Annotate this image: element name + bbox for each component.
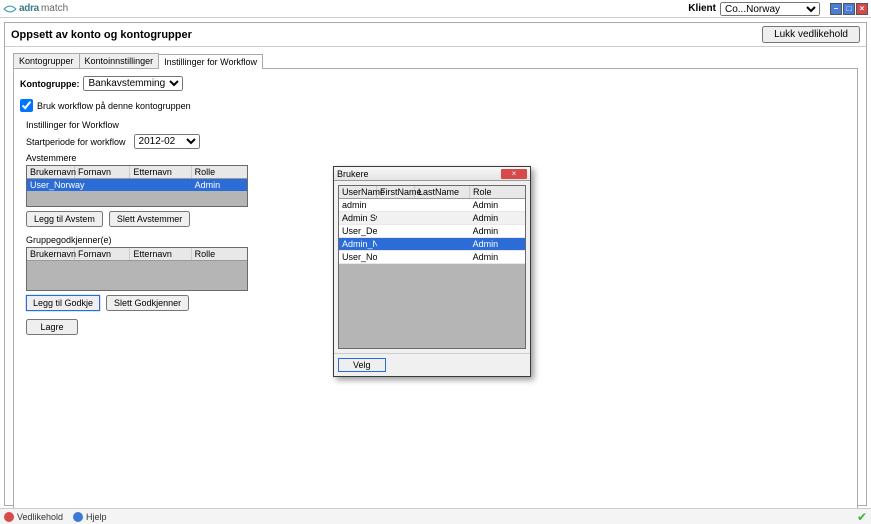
startperiode-dropdown[interactable]: 2012-02 [134, 134, 200, 149]
tab-kontoinnstillinger[interactable]: Kontoinnstillinger [79, 53, 160, 68]
window-minimize-button[interactable]: – [830, 3, 842, 15]
help-icon [73, 512, 83, 522]
adra-logo-icon [3, 2, 17, 16]
brukere-grid[interactable]: UserName FirstName LastName Role adminAd… [338, 185, 526, 349]
kontogruppe-dropdown[interactable]: Bankavstemming [83, 76, 183, 91]
col-brukernavn: Brukernavn [27, 166, 75, 178]
logo-text-main: adra [19, 3, 39, 14]
statusbar: Vedlikehold Hjelp ✔ [0, 508, 871, 524]
velg-button[interactable]: Velg [338, 358, 386, 372]
col-rolle: Rolle [192, 248, 247, 260]
status-vedlikehold[interactable]: Vedlikehold [4, 512, 63, 522]
col-brukernavn: Brukernavn [27, 248, 75, 260]
col-username: UserName [339, 186, 377, 198]
col-fornavn: Fornavn [75, 248, 130, 260]
window-maximize-button[interactable]: □ [843, 3, 855, 15]
table-row[interactable]: User_Den...Admin [339, 225, 525, 238]
bruk-workflow-checkbox[interactable] [20, 99, 33, 112]
grid-header: UserName FirstName LastName Role [339, 186, 525, 199]
table-row[interactable]: Admin Swe...Admin [339, 212, 525, 225]
dialog-titlebar[interactable]: Brukere × [334, 167, 530, 181]
col-lastname: LastName [415, 186, 470, 198]
table-row[interactable]: User_Norway Admin [27, 179, 247, 191]
grid-header: Brukernavn Fornavn Etternavn Rolle [27, 166, 247, 179]
dialog-close-button[interactable]: × [501, 169, 527, 179]
kontogruppe-label: Kontogruppe: [20, 79, 79, 89]
app-logo: adra match [3, 2, 68, 16]
lagre-button[interactable]: Lagre [26, 319, 78, 335]
slett-avstemmer-button[interactable]: Slett Avstemmer [109, 211, 190, 227]
avstemmere-grid[interactable]: Brukernavn Fornavn Etternavn Rolle User_… [26, 165, 248, 207]
dialog-title: Brukere [337, 169, 369, 179]
col-role: Role [470, 186, 525, 198]
grid-header: Brukernavn Fornavn Etternavn Rolle [27, 248, 247, 261]
brukere-dialog: Brukere × UserName FirstName LastName Ro… [333, 166, 531, 377]
status-hjelp[interactable]: Hjelp [73, 512, 107, 522]
col-rolle: Rolle [192, 166, 247, 178]
godkjenner-grid[interactable]: Brukernavn Fornavn Etternavn Rolle [26, 247, 248, 291]
col-etternavn: Etternavn [130, 166, 191, 178]
col-fornavn: Fornavn [75, 166, 130, 178]
legg-til-avstem-button[interactable]: Legg til Avstem [26, 211, 103, 227]
slett-godkjenner-button[interactable]: Slett Godkjenner [106, 295, 189, 311]
table-row[interactable]: adminAdmin [339, 199, 525, 212]
lukk-vedlikehold-button[interactable]: Lukk vedlikehold [762, 26, 860, 43]
klient-dropdown[interactable]: Co...Norway [720, 2, 820, 16]
window-close-button[interactable]: × [856, 3, 868, 15]
col-etternavn: Etternavn [130, 248, 191, 260]
table-row[interactable]: Admin_Nor...Admin [339, 238, 525, 251]
col-firstname: FirstName [377, 186, 415, 198]
klient-label: Klient [688, 3, 716, 14]
status-ok-icon: ✔ [857, 510, 867, 524]
page-title: Oppsett av konto og kontogrupper [11, 29, 192, 41]
logo-text-sub: match [41, 3, 68, 14]
table-row[interactable]: User_Norw...Admin [339, 251, 525, 264]
tab-instillinger-workflow[interactable]: Instillinger for Workflow [158, 54, 263, 69]
avstemmere-label: Avstemmere [26, 153, 851, 163]
bruk-workflow-label: Bruk workflow på denne kontogruppen [37, 101, 191, 111]
startperiode-label: Startperiode for workflow [26, 137, 126, 147]
legg-til-godkje-button[interactable]: Legg til Godkje [26, 295, 100, 311]
top-toolbar: adra match Klient Co...Norway – □ × [0, 0, 871, 18]
tab-kontogrupper[interactable]: Kontogrupper [13, 53, 80, 68]
tabs: Kontogrupper Kontoinnstillinger Instilli… [13, 53, 858, 69]
workflow-section-title: Instillinger for Workflow [26, 120, 851, 130]
vedlikehold-icon [4, 512, 14, 522]
